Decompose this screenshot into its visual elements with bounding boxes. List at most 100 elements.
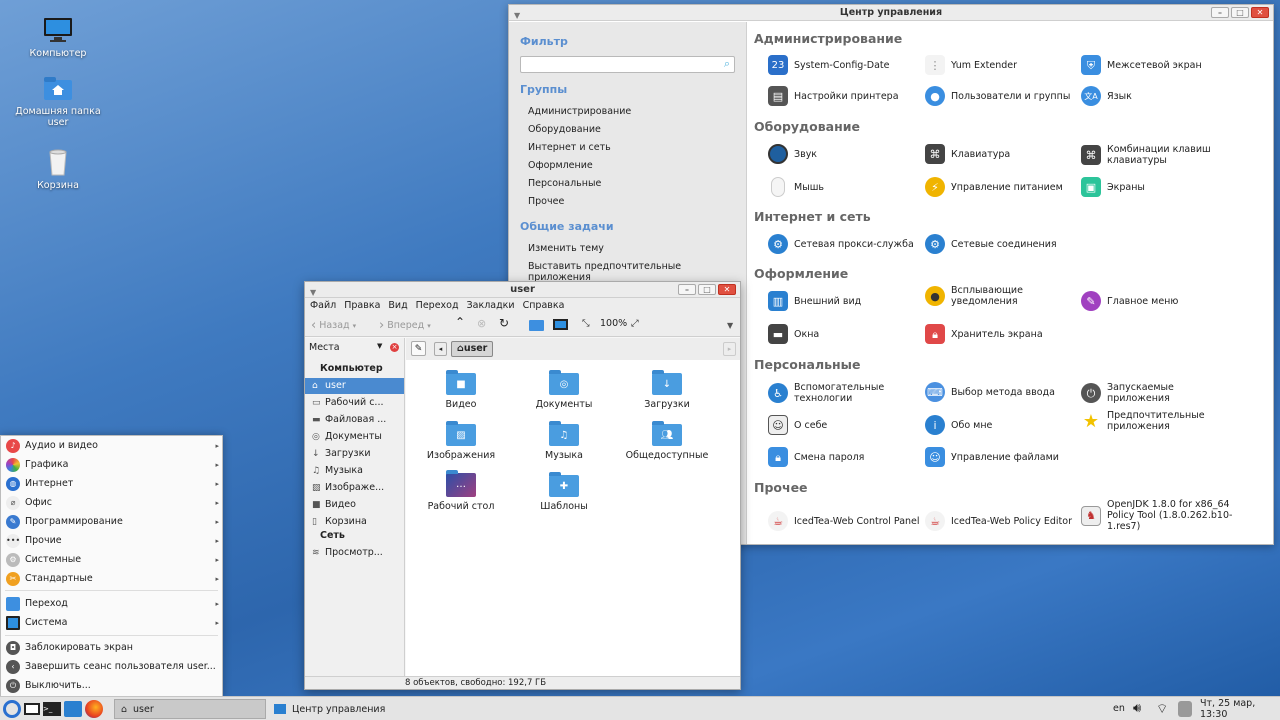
menu-item-office[interactable]: ⌀ Офис ▸ xyxy=(1,493,222,512)
place-item[interactable]: ↓ Загрузки xyxy=(305,446,404,462)
item-about-me[interactable]: i Обо мне xyxy=(925,415,1075,435)
place-item[interactable]: ▬ Файловая ... xyxy=(305,412,404,428)
updates-icon[interactable] xyxy=(1178,697,1192,720)
menu-item-internet[interactable]: ◍ Интернет ▸ xyxy=(1,474,222,493)
menu-item-system[interactable]: ⚙ Системные ▸ xyxy=(1,550,222,569)
edit-path-button[interactable]: ✎ xyxy=(411,341,426,356)
item-windows[interactable]: ▬ Окна xyxy=(768,324,918,344)
item-shortcuts[interactable]: ⌘ Комбинации клавиш клавиатуры xyxy=(1081,144,1211,166)
folder-item[interactable]: … Рабочий стол xyxy=(411,470,511,512)
menu-item-accessories[interactable]: ✂ Стандартные ▸ xyxy=(1,569,222,588)
group-link[interactable]: Персональные xyxy=(528,178,601,189)
zoom-in-button[interactable]: ⤢ xyxy=(631,318,639,329)
close-button[interactable]: ✕ xyxy=(718,284,736,295)
item-displays[interactable]: ▣ Экраны xyxy=(1081,177,1231,197)
item-power[interactable]: ⚡ Управление питанием xyxy=(925,177,1075,197)
item-yum-extender[interactable]: ⋮ Yum Extender xyxy=(925,55,1075,75)
folder-item[interactable]: ↓ Загрузки xyxy=(617,370,717,410)
up-button[interactable]: ⌃ xyxy=(455,315,465,329)
main-menu-button[interactable] xyxy=(3,700,21,718)
menu-item-shutdown[interactable]: ⏻︎ Выключить... xyxy=(1,676,222,695)
minimize-button[interactable]: – xyxy=(1211,7,1229,18)
folder-item[interactable]: ◎ Документы xyxy=(514,370,614,410)
maximize-button[interactable]: □ xyxy=(698,284,716,295)
chevron-down-icon[interactable]: ▼ xyxy=(377,342,382,350)
desktop-icon-home[interactable]: Домашняя папка user xyxy=(13,74,103,128)
menu-view[interactable]: Вид xyxy=(388,298,407,313)
menu-item-programming[interactable]: ✎ Программирование ▸ xyxy=(1,512,222,531)
forward-button[interactable]: › Вперед ▾ xyxy=(379,318,431,333)
item-printer[interactable]: ▤ Настройки принтера xyxy=(768,86,918,106)
menu-item-system-places[interactable]: Система ▸ xyxy=(1,613,222,632)
folder-item[interactable]: ♫ Музыка xyxy=(514,421,614,461)
item-users[interactable]: ● Пользователи и группы xyxy=(925,86,1075,106)
item-accessibility[interactable]: ♿︎ Вспомогательные технологии xyxy=(768,382,898,404)
desktop-icon-computer[interactable]: Компьютер xyxy=(13,16,103,59)
desktop-launcher-icon[interactable] xyxy=(24,703,40,715)
desktop-icon-trash[interactable]: Корзина xyxy=(13,148,103,191)
place-item[interactable]: ▯ Корзина xyxy=(305,514,404,530)
taskbar-button-file-manager[interactable]: ⌂ user xyxy=(114,699,266,719)
item-mouse[interactable]: Мышь xyxy=(768,177,918,197)
clock[interactable]: Чт, 25 мар, 13:30 xyxy=(1200,697,1280,720)
menu-item-lock-screen[interactable]: ◘ Заблокировать экран xyxy=(1,638,222,657)
place-item[interactable]: ♫ Музыка xyxy=(305,463,404,479)
menu-item-graphics[interactable]: Графика ▸ xyxy=(1,455,222,474)
item-preferred-apps[interactable]: ★ Предпочтительные приложения xyxy=(1081,410,1221,432)
item-firewall[interactable]: ⛨ Межсетевой экран xyxy=(1081,55,1231,75)
reload-button[interactable]: ↻ xyxy=(499,316,509,330)
file-manager-launcher-icon[interactable] xyxy=(64,701,82,717)
path-scroll-left-button[interactable]: ◂ xyxy=(434,342,447,356)
place-item[interactable]: ▨ Изображе... xyxy=(305,480,404,496)
minimize-button[interactable]: – xyxy=(678,284,696,295)
item-icedtea-control[interactable]: ☕︎ IcedTea-Web Control Panel xyxy=(768,511,928,531)
group-link[interactable]: Оформление xyxy=(528,160,593,171)
item-screensaver[interactable]: 🔒︎ Хранитель экрана xyxy=(925,324,1075,344)
menu-item-logout[interactable]: ‹ Завершить сеанс пользователя user... xyxy=(1,657,222,676)
folder-item[interactable]: 👥︎ Общедоступные xyxy=(617,421,717,461)
menu-item-audio-video[interactable]: ♪ Аудио и видео ▸ xyxy=(1,436,222,455)
home-button[interactable] xyxy=(529,320,544,331)
task-link[interactable]: Выставить предпочтительные приложения xyxy=(528,261,746,283)
window-titlebar[interactable]: ▼ user – □ ✕ xyxy=(305,282,740,298)
item-language[interactable]: 文A Язык xyxy=(1081,86,1231,106)
item-system-config-date[interactable]: 23 System-Config-Date xyxy=(768,55,918,75)
item-change-password[interactable]: 🔒︎ Смена пароля xyxy=(768,447,918,467)
firefox-launcher-icon[interactable] xyxy=(85,700,103,718)
place-item[interactable]: ■ Видео xyxy=(305,497,404,513)
item-openjdk-policy[interactable]: ♞ OpenJDK 1.8.0 for x86_64 Policy Tool (1… xyxy=(1081,499,1251,532)
task-link[interactable]: Изменить тему xyxy=(528,243,604,254)
item-autostart[interactable]: ⏻︎ Запускаемые приложения xyxy=(1081,382,1211,404)
folder-item[interactable]: ✚ Шаблоны xyxy=(514,472,614,512)
menu-edit[interactable]: Правка xyxy=(344,298,380,313)
menu-help[interactable]: Справка xyxy=(523,298,565,313)
item-icedtea-policy[interactable]: ☕︎ IcedTea-Web Policy Editor xyxy=(925,511,1085,531)
path-segment-button[interactable]: ⌂user xyxy=(451,341,494,357)
maximize-button[interactable]: □ xyxy=(1231,7,1249,18)
group-link[interactable]: Прочее xyxy=(528,196,564,207)
place-item[interactable]: ◎ Документы xyxy=(305,429,404,445)
item-keyboard[interactable]: ⌘ Клавиатура xyxy=(925,144,1075,164)
place-item[interactable]: ⌂ user xyxy=(305,378,404,394)
item-input-method[interactable]: ⌨︎ Выбор метода ввода xyxy=(925,382,1075,402)
group-link[interactable]: Интернет и сеть xyxy=(528,142,611,153)
menu-go[interactable]: Переход xyxy=(416,298,459,313)
menu-item-other[interactable]: ••• Прочие ▸ xyxy=(1,531,222,550)
folder-item[interactable]: ▨ Изображения xyxy=(411,421,511,461)
item-about-self[interactable]: ☺ О себе xyxy=(768,415,918,435)
menu-bookmarks[interactable]: Закладки xyxy=(467,298,515,313)
keyboard-layout-indicator[interactable]: en xyxy=(1113,697,1125,720)
taskbar-button-control-center[interactable]: Центр управления xyxy=(268,699,420,719)
close-button[interactable]: ✕ xyxy=(1251,7,1269,18)
stop-button[interactable]: ⊗ xyxy=(477,317,486,330)
menu-item-places[interactable]: Переход ▸ xyxy=(1,594,222,613)
place-item[interactable]: ≋ Просмотр... xyxy=(305,545,404,561)
terminal-launcher-icon[interactable]: >_ xyxy=(43,702,61,716)
places-label[interactable]: Места xyxy=(309,342,340,353)
filter-input[interactable]: ⌕ xyxy=(520,56,735,73)
group-link[interactable]: Оборудование xyxy=(528,124,601,135)
place-item[interactable]: ▭ Рабочий с... xyxy=(305,395,404,411)
path-scroll-right-button[interactable]: ▸ xyxy=(723,342,736,356)
computer-button[interactable] xyxy=(553,319,568,330)
wifi-icon[interactable]: ⌔ xyxy=(1156,697,1168,720)
